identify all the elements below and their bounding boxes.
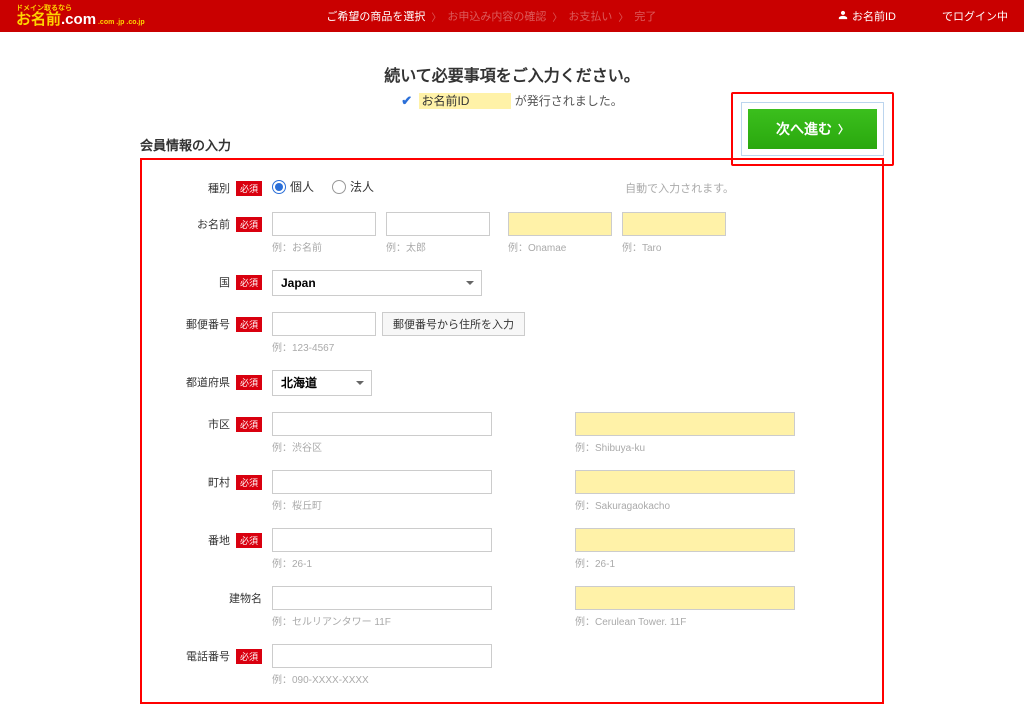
pref-select[interactable]: 北海道 (272, 370, 372, 396)
hint: 例：セルリアンタワー 11F (272, 613, 561, 628)
next-button-highlight: 次へ進む 〉 (731, 92, 894, 166)
hint: 例：太郎 (386, 239, 426, 254)
login-status: お名前ID でログイン中 (838, 8, 1008, 24)
hint: 例：090-XXXX-XXXX (272, 671, 494, 686)
step-4: 完了 (634, 8, 656, 24)
building-en-input[interactable] (575, 586, 795, 610)
user-icon (838, 10, 848, 23)
chevron-right-icon: 〉 (838, 121, 849, 137)
chevron-right-icon: 〉 (431, 9, 441, 24)
building-jp-input[interactable] (272, 586, 492, 610)
country-select-wrap: Japan (272, 270, 482, 296)
step-3: お支払い (568, 8, 612, 24)
firstname-jp-input[interactable] (386, 212, 490, 236)
page-title: 続いて必要事項をご入力ください。 (140, 62, 884, 86)
hint: 例：桜丘町 (272, 497, 561, 512)
next-button[interactable]: 次へ進む 〉 (748, 109, 877, 149)
street-jp-input[interactable] (272, 528, 492, 552)
required-badge: 必須 (236, 275, 262, 290)
hint: 例：Sakuragaokacho (575, 497, 864, 512)
label-country: 国 (219, 274, 230, 290)
step-2: お申込み内容の確認 (447, 8, 546, 24)
topbar: ドメイン取るなら お名前.com .com .jp .co.jp ご希望の商品を… (0, 0, 1024, 32)
hint: 例：26-1 (575, 555, 864, 570)
town-jp-input[interactable] (272, 470, 492, 494)
masked-id (900, 11, 938, 21)
hint: 例：Onamae (508, 239, 612, 254)
label-street: 番地 (208, 532, 230, 548)
required-badge: 必須 (236, 375, 262, 390)
label-city: 市区 (208, 416, 230, 432)
step-1: ご希望の商品を選択 (326, 8, 425, 24)
required-badge: 必須 (236, 181, 262, 196)
check-icon: ✔ (401, 93, 412, 108)
lastname-jp-input[interactable] (272, 212, 376, 236)
hint: 例：Shibuya-ku (575, 439, 864, 454)
label-pref: 都道府県 (186, 374, 230, 390)
required-badge: 必須 (236, 475, 262, 490)
chevron-right-icon: 〉 (618, 9, 628, 24)
progress-steps: ご希望の商品を選択〉 お申込み内容の確認〉 お支払い〉 完了 (326, 8, 656, 24)
auto-fill-note: 自動で入力されます。 (625, 176, 864, 196)
phone-input[interactable] (272, 644, 492, 668)
hint: 例：お名前 (272, 239, 376, 254)
login-id-label: お名前ID (852, 8, 896, 24)
required-badge: 必須 (236, 417, 262, 432)
required-badge: 必須 (236, 217, 262, 232)
label-type: 種別 (208, 180, 230, 196)
site-logo[interactable]: ドメイン取るなら お名前.com .com .jp .co.jp (16, 5, 145, 27)
hint: 例：123-4567 (272, 339, 525, 354)
city-en-input[interactable] (575, 412, 795, 436)
postal-input[interactable] (272, 312, 376, 336)
label-postal: 郵便番号 (186, 316, 230, 332)
login-suffix: でログイン中 (942, 8, 1008, 24)
label-building: 建物名 (229, 590, 262, 606)
hint: 例：26-1 (272, 555, 561, 570)
postal-lookup-button[interactable]: 郵便番号から住所を入力 (382, 312, 525, 336)
hint: 例：Cerulean Tower. 11F (575, 613, 864, 628)
town-en-input[interactable] (575, 470, 795, 494)
required-badge: 必須 (236, 649, 262, 664)
street-en-input[interactable] (575, 528, 795, 552)
label-phone: 電話番号 (186, 648, 230, 664)
next-button-label: 次へ進む (776, 119, 832, 139)
logo-main: お名前.com .com .jp .co.jp (16, 12, 145, 27)
required-badge: 必須 (236, 317, 262, 332)
firstname-en-input[interactable] (622, 212, 726, 236)
type-radios: 個人 法人 (272, 178, 374, 195)
radio-corporate[interactable]: 法人 (332, 178, 374, 195)
hint: 例：渋谷区 (272, 439, 561, 454)
chevron-right-icon: 〉 (552, 9, 562, 24)
pref-select-wrap: 北海道 (272, 370, 372, 396)
lastname-en-input[interactable] (508, 212, 612, 236)
label-town: 町村 (208, 474, 230, 490)
hint: 例：Taro (622, 239, 661, 254)
city-jp-input[interactable] (272, 412, 492, 436)
country-select[interactable]: Japan (272, 270, 482, 296)
label-name: お名前 (197, 216, 230, 232)
member-info-form: 種別必須 個人 法人 自動で入力されます。 お名前必須 例：お名前例：太郎 例：… (140, 158, 884, 704)
radio-individual[interactable]: 個人 (272, 178, 314, 195)
required-badge: 必須 (236, 533, 262, 548)
